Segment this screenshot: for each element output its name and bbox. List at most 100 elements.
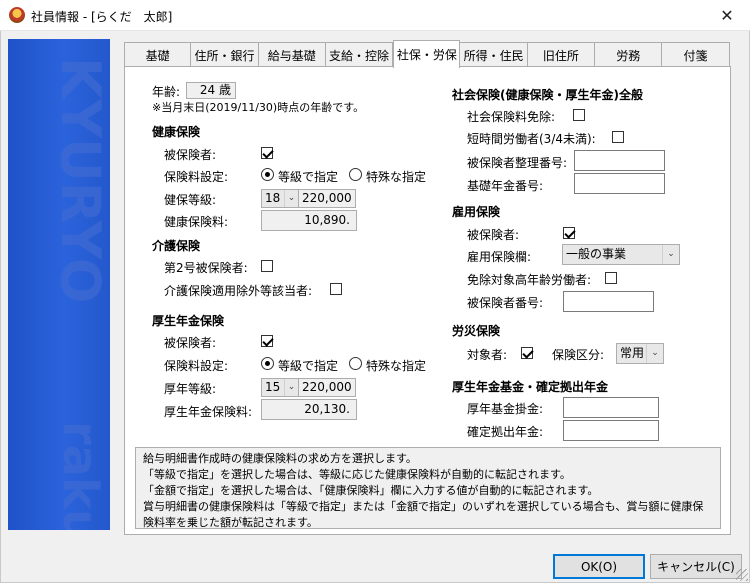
nursing-type2-label: 第2号被保険者: — [164, 261, 248, 275]
health-grade-radio[interactable] — [261, 168, 274, 181]
chevron-down-icon: ⌄ — [284, 190, 298, 207]
nursing-divider — [224, 245, 428, 246]
social-general-heading: 社会保険(健康保険・厚生年金)全般 — [452, 88, 643, 102]
health-grade-radio-label[interactable]: 等級で指定 — [278, 168, 338, 185]
brand-banner: KYURYO rakuda — [8, 39, 110, 530]
nursing-heading: 介護保険 — [152, 239, 201, 253]
pension-divider — [236, 320, 428, 321]
accident-category-value: 常用 — [620, 346, 645, 360]
fund-input[interactable] — [563, 397, 659, 418]
resize-grip-icon[interactable] — [736, 569, 748, 581]
help-line: 「等級で指定」を選択した場合は、等級に応じた健康保険料が自動的に転記されます。 — [143, 468, 571, 481]
health-insured-checkbox[interactable] — [261, 147, 273, 159]
health-special-radio[interactable] — [349, 168, 362, 181]
pension-premium-label: 厚生年金保険料: — [164, 405, 253, 419]
tab-basic[interactable]: 基礎 — [124, 42, 192, 67]
employment-insured-number-label: 被保険者番号: — [467, 296, 544, 310]
pension-grade-select[interactable]: 15 ⌄ — [261, 378, 299, 397]
tab-sticky-notes[interactable]: 付箋 — [662, 42, 730, 67]
employment-column-label: 雇用保険欄: — [467, 250, 532, 264]
health-grade-label: 健保等級: — [164, 193, 217, 207]
nursing-exempt-checkbox[interactable] — [330, 283, 342, 295]
tab-social-labor-insurance[interactable]: 社保・労保 — [393, 40, 461, 68]
pension-special-radio-label[interactable]: 特殊な指定 — [366, 357, 426, 374]
employment-heading: 雇用保険 — [452, 205, 501, 219]
tab-salary-basic[interactable]: 給与基礎 — [258, 42, 326, 67]
accident-target-checkbox[interactable] — [521, 347, 533, 359]
health-grade-value: 18 — [265, 191, 281, 205]
accident-divider — [512, 330, 715, 331]
chevron-down-icon: ⌄ — [284, 379, 298, 396]
tab-bar: 基礎 住所・銀行 給与基礎 支給・控除 社保・労保 所得・住民 旧住所 労務 付… — [124, 40, 730, 68]
pension-grade-amount: 220,000 — [298, 378, 356, 397]
short-time-checkbox[interactable] — [612, 131, 624, 143]
help-text-box: 給与明細書作成時の健康保険料の求め方を選択します。 「等級で指定」を選択した場合… — [135, 447, 721, 529]
accident-category-label: 保険区分: — [552, 348, 605, 362]
health-grade-amount: 220,000 — [298, 189, 356, 208]
pension-heading: 厚生年金保険 — [152, 314, 225, 328]
pension-grade-radio-label[interactable]: 等級で指定 — [278, 357, 338, 374]
pension-insured-checkbox[interactable] — [261, 335, 273, 347]
health-premium-label: 健康保険料: — [164, 215, 229, 229]
health-grade-select[interactable]: 18 ⌄ — [261, 189, 299, 208]
fund-divider — [620, 386, 715, 387]
nursing-exempt-label: 介護保険適用除外等該当者: — [164, 284, 313, 298]
insured-number-input[interactable] — [574, 150, 665, 171]
accident-category-select[interactable]: 常用 ⌄ — [616, 343, 664, 364]
employment-insured-checkbox[interactable] — [563, 227, 575, 239]
banner-word-bottom: rakuda — [52, 421, 108, 530]
age-label: 年齢: — [152, 85, 181, 99]
ok-button[interactable]: OK(O) — [553, 554, 645, 579]
help-line: 賞与明細書の健康保険料は「等級で指定」または「金額で指定」のいずれを選択している… — [143, 500, 704, 513]
help-line: 「金額で指定」を選択した場合は、「健康保険料」欄に入力する値が自動的に転記されま… — [143, 484, 599, 497]
window-title: 社員情報 - [らくだ 太郎] — [31, 10, 173, 24]
pension-number-label: 基礎年金番号: — [467, 179, 544, 193]
help-line: 給与明細書作成時の健康保険料の求め方を選択します。 — [143, 452, 417, 465]
health-special-radio-label[interactable]: 特殊な指定 — [366, 168, 426, 185]
employment-column-value: 一般の事業 — [566, 247, 627, 261]
chevron-down-icon: ⌄ — [662, 245, 679, 264]
social-exempt-checkbox[interactable] — [573, 109, 585, 121]
accident-target-label: 対象者: — [467, 348, 508, 362]
senior-worker-label: 免除対象高年齢労働者: — [467, 273, 592, 287]
dc-label: 確定拠出年金: — [467, 425, 544, 439]
tab-old-address[interactable]: 旧住所 — [527, 42, 596, 67]
banner-word-top: KYURYO — [49, 57, 110, 304]
employment-divider — [512, 211, 715, 212]
pension-grade-radio[interactable] — [261, 357, 274, 370]
dc-input[interactable] — [563, 420, 659, 441]
employment-insured-number-input[interactable] — [563, 291, 654, 312]
health-heading: 健康保険 — [152, 125, 201, 139]
tab-labor[interactable]: 労務 — [595, 42, 663, 67]
nursing-type2-checkbox[interactable] — [261, 260, 273, 272]
health-insured-label: 被保険者: — [164, 148, 217, 162]
cancel-button[interactable]: キャンセル(C) — [650, 554, 742, 579]
app-logo-icon — [9, 7, 25, 23]
pension-special-radio[interactable] — [349, 357, 362, 370]
chevron-down-icon: ⌄ — [646, 344, 663, 363]
fund-label: 厚年基金掛金: — [467, 402, 544, 416]
pension-grade-label: 厚年等級: — [164, 382, 217, 396]
pension-grade-value: 15 — [265, 380, 281, 394]
social-general-divider — [660, 93, 715, 94]
title-bar: 社員情報 - [らくだ 太郎] ✕ — [0, 0, 750, 31]
age-value: 24 歳 — [186, 82, 236, 99]
age-note: ※当月末日(2019/11/30)時点の年齢です。 — [152, 101, 365, 114]
tab-payment-deduction[interactable]: 支給・控除 — [325, 42, 394, 67]
pension-premium-setting-label: 保険料設定: — [164, 359, 229, 373]
pension-number-input[interactable] — [574, 173, 665, 194]
pension-premium-value: 20,130. — [261, 399, 357, 420]
help-line: 険料率を乗じた額が転記されます。 — [143, 516, 318, 529]
employment-column-select[interactable]: 一般の事業 ⌄ — [562, 244, 680, 265]
fund-heading: 厚生年金基金・確定拠出年金 — [452, 380, 609, 394]
tab-income-residence[interactable]: 所得・住民 — [460, 42, 528, 67]
insured-number-label: 被保険者整理番号: — [467, 156, 568, 170]
accident-heading: 労災保険 — [452, 324, 501, 338]
short-time-label: 短時間労働者(3/4未満): — [467, 132, 596, 146]
senior-worker-checkbox[interactable] — [605, 272, 617, 284]
health-premium-value: 10,890. — [261, 210, 357, 231]
close-icon[interactable]: ✕ — [704, 0, 750, 30]
social-exempt-label: 社会保険料免除: — [467, 110, 556, 124]
tab-address-bank[interactable]: 住所・銀行 — [191, 42, 259, 67]
pension-insured-label: 被保険者: — [164, 336, 217, 350]
